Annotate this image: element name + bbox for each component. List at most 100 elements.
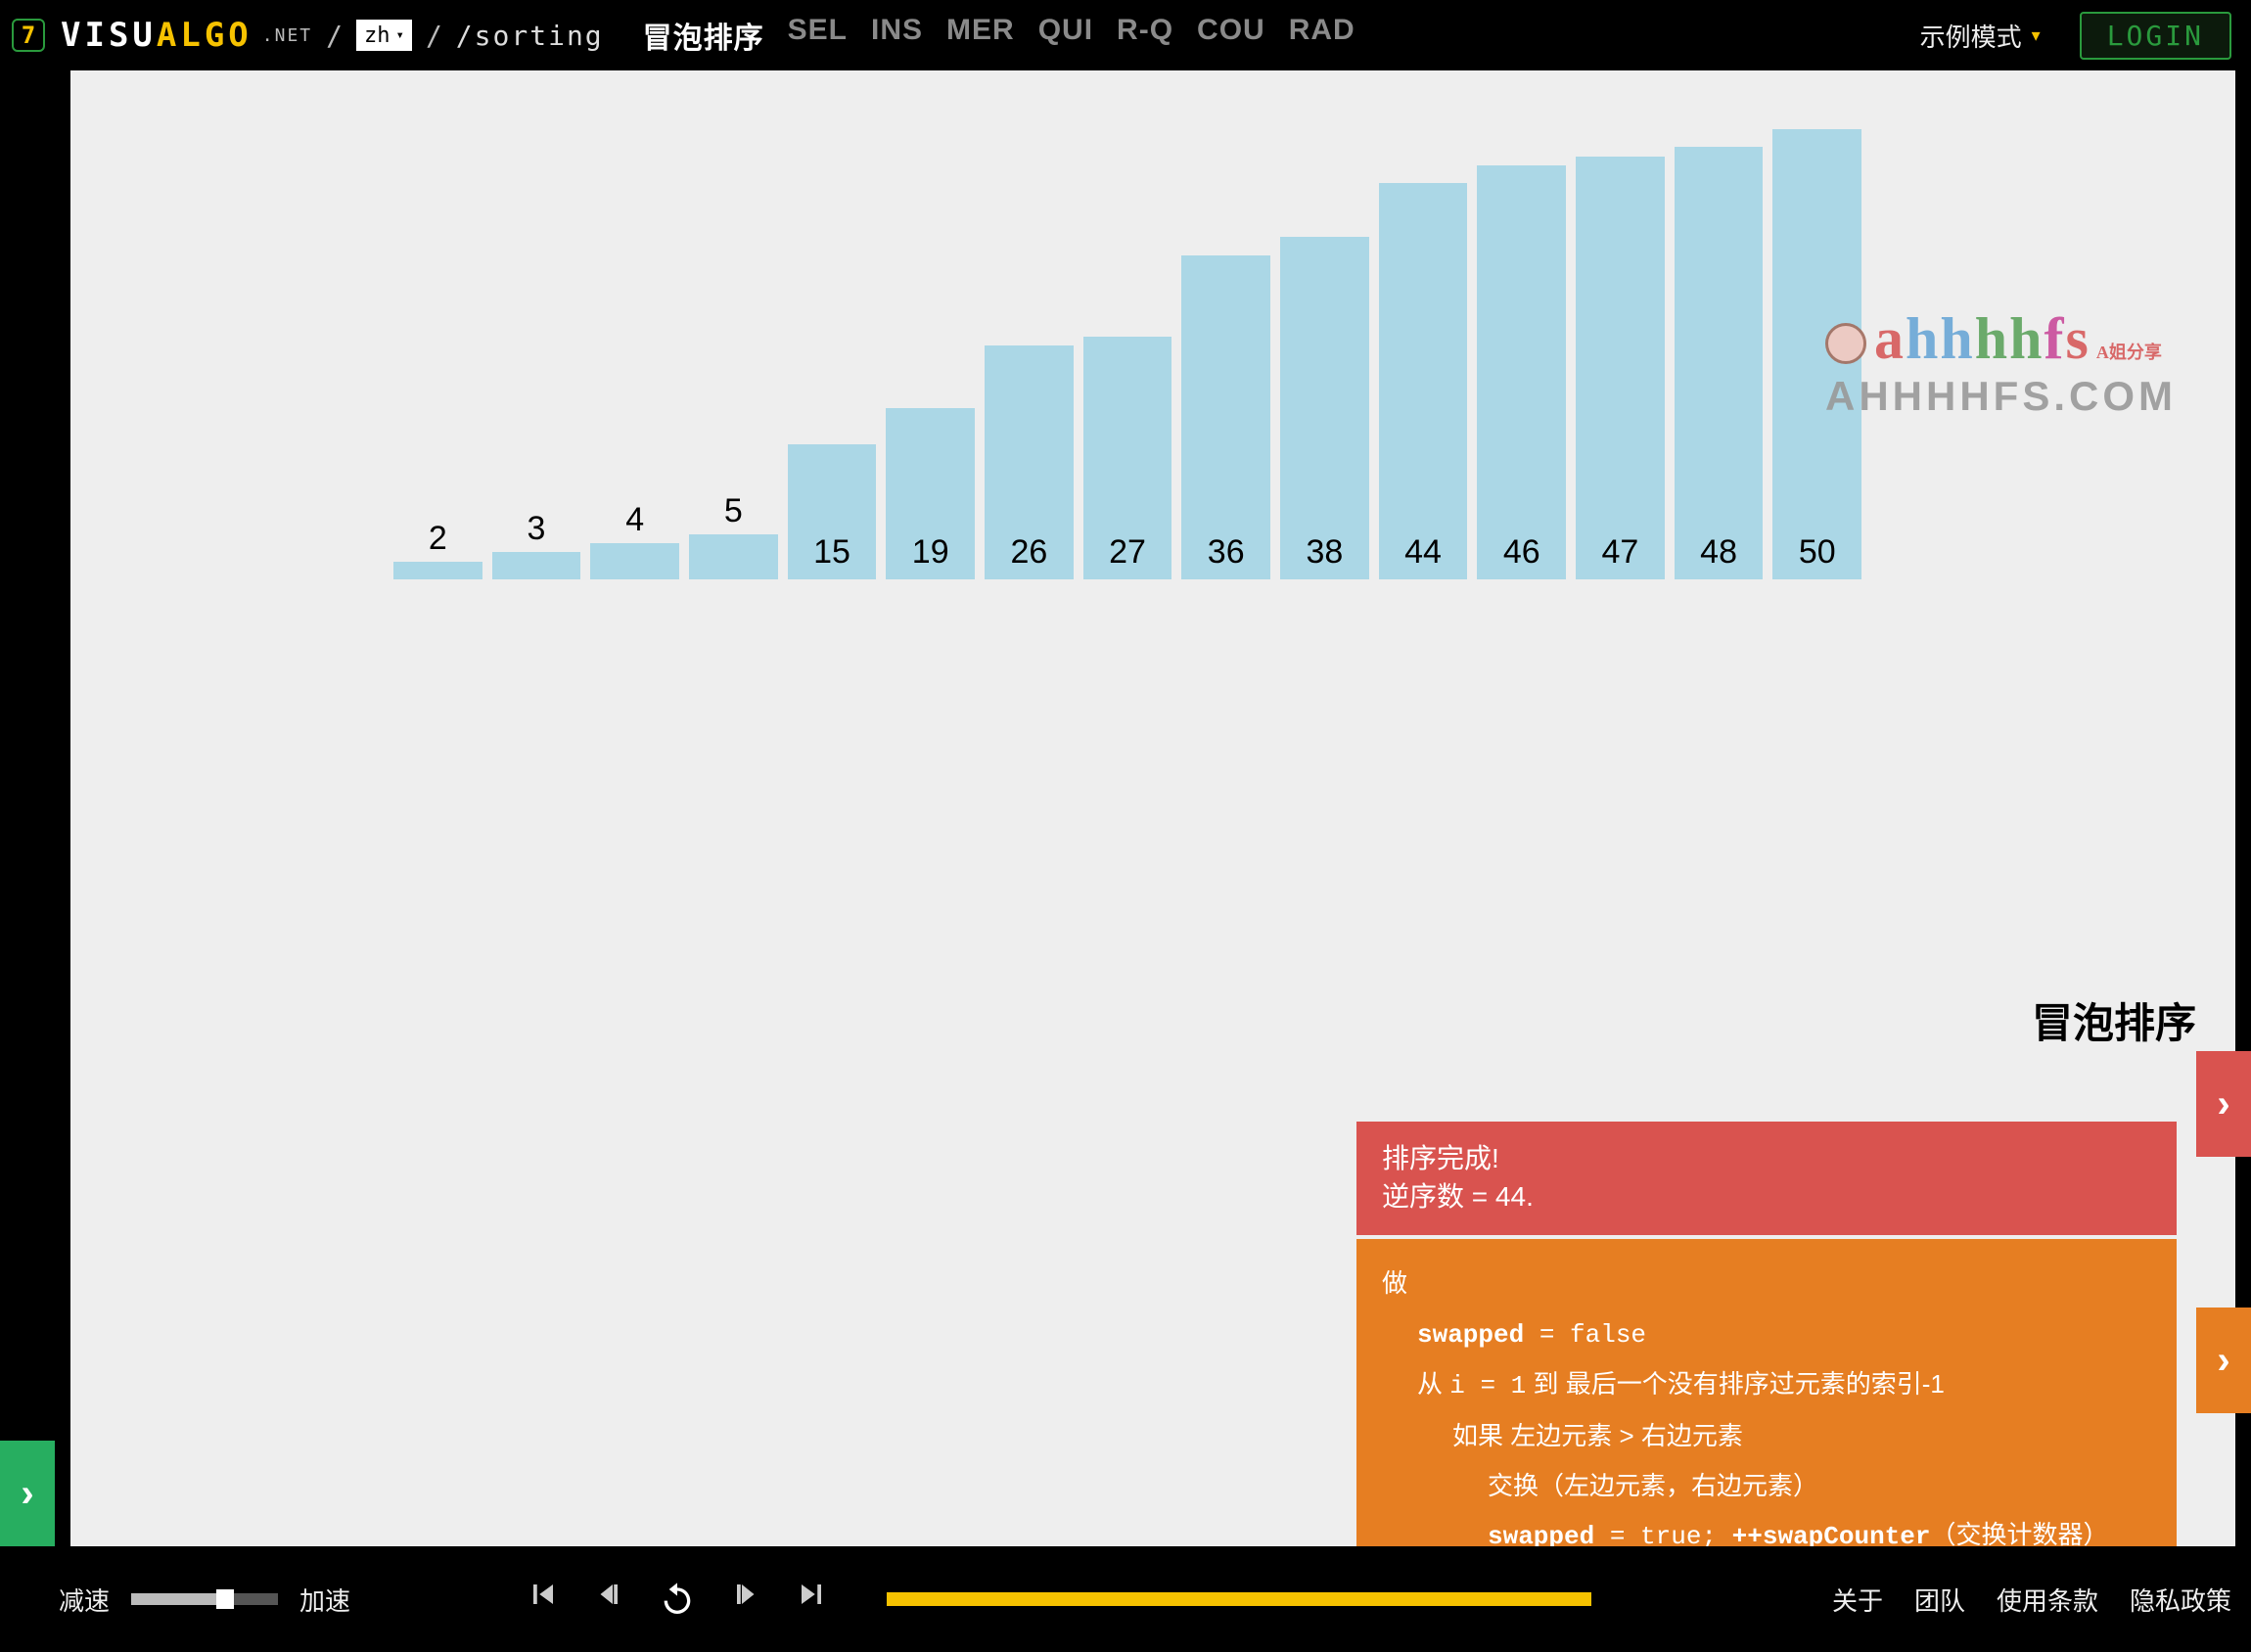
bar: 19 [886, 408, 975, 579]
speed-fill [131, 1593, 219, 1605]
top-bar: 7 VISUALGO .NET / zh ▾ / /sorting 冒泡排序 S… [0, 0, 2251, 70]
visualization-area: 2 3 4 5 15 19 26 27 36 38 44 46 47 48 50 冒泡排序 ahhhhfs … [70, 70, 2235, 1546]
login-button[interactable]: LOGIN [2080, 12, 2231, 60]
chevron-right-icon: › [2217, 1082, 2229, 1126]
bar-value: 44 [1404, 533, 1442, 572]
bar-value: 4 [625, 501, 644, 539]
step-back-icon[interactable] [593, 1580, 622, 1619]
separator-slash: / [326, 20, 343, 52]
tab-bubble-sort[interactable]: 冒泡排序 [643, 14, 764, 57]
code-token: （交换计数器） [1931, 1520, 2109, 1546]
bar: 46 [1477, 165, 1566, 579]
code-token: = true; [1594, 1522, 1731, 1546]
bars-row: 2 3 4 5 15 19 26 27 36 38 44 46 47 48 50 [393, 129, 1861, 579]
code-line: swapped = false [1382, 1308, 2151, 1360]
code-token: ++swapCounter [1732, 1522, 1931, 1546]
speed-slow-label: 减速 [59, 1582, 110, 1618]
replay-icon[interactable] [658, 1580, 697, 1619]
bar-value: 19 [912, 533, 949, 572]
footer-about-link[interactable]: 关于 [1832, 1582, 1883, 1618]
bar: 3 [492, 510, 581, 579]
status-inversions-label: 逆序数 = [1382, 1181, 1495, 1212]
status-inversions-value: 44 [1495, 1181, 1526, 1212]
algorithm-tabs: 冒泡排序 SEL INS MER QUI R-Q COU RAD [643, 14, 1355, 57]
code-token: 到 最后一个没有排序过元素的索引-1 [1526, 1369, 1945, 1399]
left-drawer-toggle[interactable]: › [0, 1441, 55, 1546]
language-value: zh [364, 23, 390, 48]
chevron-right-icon: › [2217, 1339, 2229, 1383]
bar-value: 46 [1503, 533, 1540, 572]
speed-slider[interactable] [131, 1593, 278, 1605]
code-line: 交换（左边元素，右边元素） [1382, 1461, 2151, 1511]
code-line: 做 [1382, 1259, 2151, 1308]
code-token: 从 [1417, 1369, 1449, 1399]
code-token: swapped [1417, 1320, 1524, 1350]
brand-net: .NET [262, 25, 312, 46]
language-select[interactable]: zh ▾ [356, 20, 412, 51]
footer-team-link[interactable]: 团队 [1914, 1582, 1965, 1618]
code-line: swapped = true; ++swapCounter（交换计数器） [1382, 1510, 2151, 1546]
route-path[interactable]: /sorting [456, 20, 604, 52]
brand-logo[interactable]: VISUALGO [61, 16, 253, 55]
tab-quick-sort[interactable]: QUI [1038, 14, 1093, 57]
pseudocode-panel: 做 swapped = false 从 i = 1 到 最后一个没有排序过元素的… [1356, 1239, 2177, 1546]
bar-value: 15 [813, 533, 850, 572]
mode-select[interactable]: 示例模式 ▾ [1920, 18, 2041, 54]
bar: 27 [1083, 337, 1172, 579]
tab-merge-sort[interactable]: MER [946, 14, 1015, 57]
code-drawer-toggle[interactable]: › [2196, 1308, 2251, 1413]
tab-insertion-sort[interactable]: INS [871, 14, 923, 57]
bar-value: 3 [528, 510, 546, 548]
bar-value: 50 [1799, 533, 1836, 572]
bar-value: 5 [724, 492, 743, 530]
bar: 5 [689, 492, 778, 579]
bar: 15 [788, 444, 877, 579]
code-line: 从 i = 1 到 最后一个没有排序过元素的索引-1 [1382, 1359, 2151, 1411]
bar: 26 [985, 345, 1074, 579]
bar-value: 38 [1306, 533, 1343, 572]
code-token: i = 1 [1449, 1371, 1526, 1400]
tab-counting-sort[interactable]: COU [1197, 14, 1265, 57]
bar: 44 [1379, 183, 1468, 579]
bar-value: 27 [1109, 533, 1146, 572]
bar: 50 [1772, 129, 1861, 579]
watermark-domain: AHHHHFS.COM [1825, 373, 2177, 420]
bar-value: 2 [429, 520, 447, 558]
skip-start-icon[interactable] [528, 1580, 558, 1619]
watermark: ahhhhfs A姐分享 AHHHHFS.COM [1825, 305, 2177, 420]
section-title: 冒泡排序 [2032, 990, 2196, 1050]
footer-links: 关于 团队 使用条款 隐私政策 [1832, 1582, 2231, 1618]
playback-controls [528, 1580, 826, 1619]
chevron-down-icon: ▾ [2032, 25, 2041, 46]
status-line-2: 逆序数 = 44. [1382, 1177, 2151, 1216]
tab-selection-sort[interactable]: SEL [788, 14, 848, 57]
brand-algo: ALGO [157, 16, 253, 55]
status-period: . [1526, 1181, 1534, 1212]
speed-fast-label: 加速 [299, 1582, 350, 1618]
status-drawer-toggle[interactable]: › [2196, 1051, 2251, 1157]
bar: 48 [1675, 147, 1764, 579]
logo-badge[interactable]: 7 [12, 19, 45, 52]
skip-end-icon[interactable] [797, 1580, 826, 1619]
bar-value: 26 [1010, 533, 1047, 572]
footer-privacy-link[interactable]: 隐私政策 [2130, 1582, 2231, 1618]
chevron-down-icon: ▾ [396, 27, 404, 43]
bar-value: 47 [1601, 533, 1638, 572]
status-panel: 排序完成! 逆序数 = 44. [1356, 1122, 2177, 1235]
tab-random-quick-sort[interactable]: R-Q [1117, 14, 1173, 57]
bar-value: 36 [1208, 533, 1245, 572]
tab-radix-sort[interactable]: RAD [1289, 14, 1355, 57]
footer-terms-link[interactable]: 使用条款 [1997, 1582, 2098, 1618]
status-line-1: 排序完成! [1382, 1139, 2151, 1177]
code-token: = false [1524, 1320, 1646, 1350]
bar: 36 [1181, 255, 1270, 579]
watermark-tag: A姐分享 [2096, 339, 2162, 364]
code-line: 如果 左边元素 > 右边元素 [1382, 1411, 2151, 1461]
chevron-right-icon: › [21, 1472, 33, 1516]
code-token: swapped [1488, 1522, 1594, 1546]
bar: 38 [1280, 237, 1369, 579]
bottom-bar: 减速 加速 关于 团队 使用条款 隐私政策 [0, 1546, 2251, 1652]
step-forward-icon[interactable] [732, 1580, 761, 1619]
speed-thumb[interactable] [216, 1589, 234, 1609]
playback-progress[interactable] [887, 1592, 1591, 1606]
